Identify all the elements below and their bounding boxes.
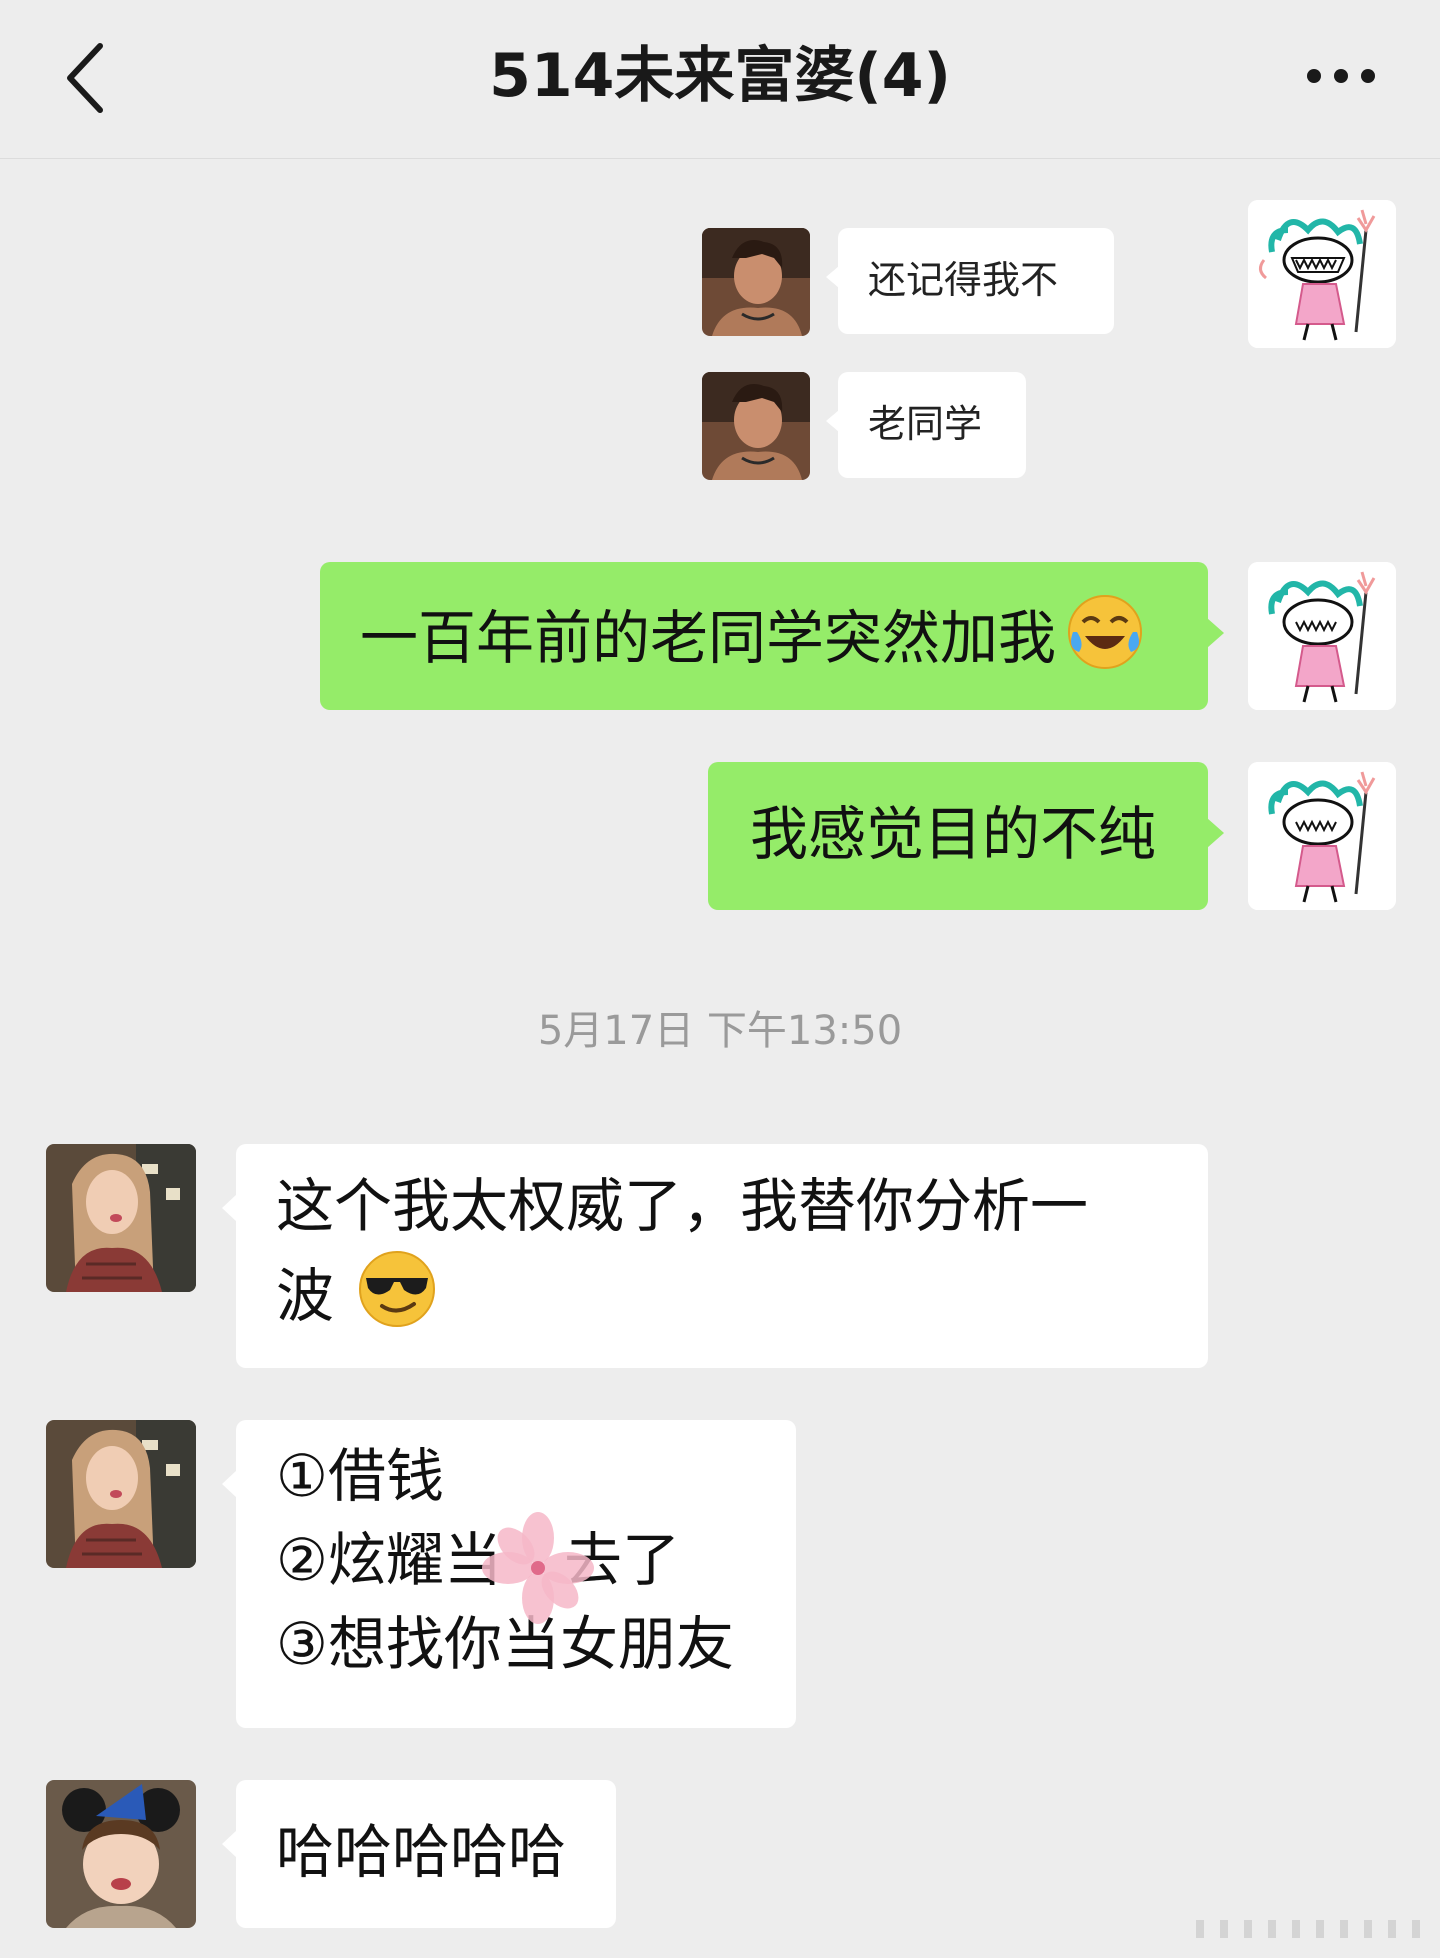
message-text: 一百年前的老同学突然加我: [360, 604, 1057, 672]
self-avatar[interactable]: [1248, 762, 1396, 910]
incoming-message[interactable]: 这个我太权威了，我替你分析一 波: [222, 1144, 1208, 1368]
more-dots-icon: [1307, 69, 1375, 83]
watermark-bars: [1196, 1920, 1420, 1938]
outgoing-message[interactable]: 我感觉目的不纯: [708, 762, 1224, 910]
message-line: ①借钱: [276, 1442, 444, 1510]
self-avatar[interactable]: [1248, 562, 1396, 710]
girl-avatar[interactable]: [46, 1144, 196, 1292]
message-text: ②炫耀当: [276, 1526, 502, 1594]
message-text: 波: [276, 1262, 335, 1330]
sakura-flower-sticker: [482, 1512, 594, 1624]
laughing-crying-face-icon: [1068, 595, 1143, 669]
message-text: 我感觉目的不纯: [750, 800, 1157, 868]
message-text: 这个我太权威了，我替你分析一: [276, 1172, 1089, 1240]
outgoing-message[interactable]: 一百年前的老同学突然加我: [320, 562, 1224, 710]
monster-sticker-icon: [1248, 562, 1396, 710]
message-line: 波: [276, 1248, 1208, 1338]
incoming-message[interactable]: ①借钱 ②炫耀当 去了 ③想找你当女朋友: [222, 1420, 796, 1728]
sunglasses-face-icon: [359, 1251, 436, 1327]
chat-header: 514未来富婆(4): [0, 0, 1440, 159]
more-button[interactable]: [1306, 56, 1376, 96]
male-avatar[interactable]: [702, 372, 810, 480]
male-avatar[interactable]: [702, 228, 810, 336]
incoming-message[interactable]: 哈哈哈哈哈: [222, 1780, 616, 1928]
male-portrait: [702, 228, 810, 336]
girl-avatar[interactable]: [46, 1420, 196, 1568]
timestamp: 5月17日 下午13:50: [537, 1008, 903, 1054]
child-portrait: [46, 1780, 196, 1928]
monster-sticker-icon: [1248, 200, 1396, 348]
message-text: 哈哈哈哈哈: [276, 1818, 567, 1886]
quoted-bubble[interactable]: 还记得我不: [826, 228, 1114, 334]
male-portrait: [702, 372, 810, 480]
girl-portrait: [46, 1420, 196, 1568]
girl-portrait: [46, 1144, 196, 1292]
quoted-text: 还记得我不: [868, 258, 1059, 302]
quoted-bubble[interactable]: 老同学: [826, 372, 1026, 478]
self-avatar[interactable]: [1248, 200, 1396, 348]
chat-title: 514未来富婆(4): [489, 41, 951, 111]
quoted-text: 老同学: [868, 402, 983, 446]
child-avatar[interactable]: [46, 1780, 196, 1928]
monster-sticker-icon: [1248, 762, 1396, 910]
